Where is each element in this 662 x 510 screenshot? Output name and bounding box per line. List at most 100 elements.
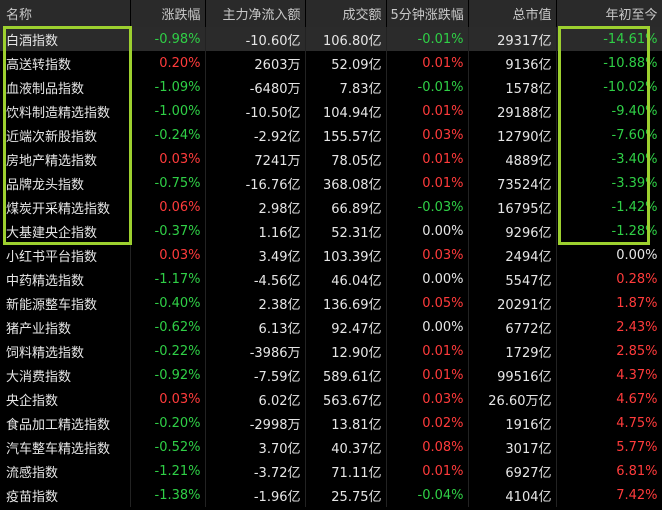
cell-5min-change: 0.01%	[386, 51, 469, 75]
index-table: 名称 涨跌幅 主力净流入额 成交额 5分钟涨跌幅 总市值 年初至今 白酒指数 -0…	[0, 0, 662, 507]
cell-turnover: 13.81亿	[305, 411, 387, 435]
cell-5min-change: -0.04%	[386, 483, 469, 507]
cell-5min-change: 0.01%	[386, 459, 469, 483]
cell-main-inflow: -1.96亿	[205, 483, 306, 507]
cell-ytd: 2.85%	[556, 339, 662, 363]
cell-name: 白酒指数	[0, 27, 131, 51]
cell-turnover: 106.80亿	[305, 27, 387, 51]
cell-ytd: -10.88%	[556, 51, 662, 75]
cell-change: 0.03%	[130, 147, 206, 171]
cell-5min-change: 0.01%	[386, 147, 469, 171]
cell-market-cap: 9136亿	[468, 51, 557, 75]
table-row[interactable]: 大消费指数 -0.92% -7.59亿 589.61亿 0.01% 99516亿 4.37%	[0, 363, 662, 387]
table-row[interactable]: 煤炭开采精选指数 0.06% 2.98亿 66.89亿 -0.03% 16795亿 -1.4…	[0, 195, 662, 219]
cell-main-inflow: -3.72亿	[205, 459, 306, 483]
cell-5min-change: 0.01%	[386, 363, 469, 387]
cell-market-cap: 6927亿	[468, 459, 557, 483]
cell-market-cap: 3017亿	[468, 435, 557, 459]
cell-main-inflow: -7.59亿	[205, 363, 306, 387]
cell-market-cap: 5547亿	[468, 267, 557, 291]
table-row[interactable]: 房地产精选指数 0.03% 7241万 78.05亿 0.01% 4889亿 -3.40%	[0, 147, 662, 171]
table-row[interactable]: 新能源整车指数 -0.40% 2.38亿 136.69亿 0.05% 20291亿 1.87…	[0, 291, 662, 315]
table-row[interactable]: 流感指数 -1.21% -3.72亿 71.11亿 0.01% 6927亿 6.81%	[0, 459, 662, 483]
col-header-main-inflow[interactable]: 主力净流入额	[205, 0, 306, 27]
table-row[interactable]: 猪产业指数 -0.62% 6.13亿 92.47亿 0.00% 6772亿 2.43%	[0, 315, 662, 339]
cell-turnover: 12.90亿	[305, 339, 387, 363]
cell-5min-change: -0.01%	[386, 27, 469, 51]
cell-ytd: 4.67%	[556, 387, 662, 411]
cell-ytd: -9.40%	[556, 99, 662, 123]
cell-main-inflow: -10.60亿	[205, 27, 306, 51]
cell-change: -0.75%	[130, 171, 206, 195]
col-header-change[interactable]: 涨跌幅	[130, 0, 206, 27]
cell-turnover: 104.94亿	[305, 99, 387, 123]
table-row[interactable]: 小红书平台指数 0.03% 3.49亿 103.39亿 0.03% 2494亿 0.00%	[0, 243, 662, 267]
cell-change: -1.09%	[130, 75, 206, 99]
cell-change: 0.03%	[130, 387, 206, 411]
cell-main-inflow: -16.76亿	[205, 171, 306, 195]
col-header-5min-change[interactable]: 5分钟涨跌幅	[386, 0, 469, 27]
cell-turnover: 136.69亿	[305, 291, 387, 315]
table-row[interactable]: 疫苗指数 -1.38% -1.96亿 25.75亿 -0.04% 4104亿 7.42%	[0, 483, 662, 507]
cell-ytd: 2.43%	[556, 315, 662, 339]
cell-turnover: 92.47亿	[305, 315, 387, 339]
cell-market-cap: 4889亿	[468, 147, 557, 171]
table-row[interactable]: 食品加工精选指数 -0.20% -2998万 13.81亿 0.02% 1916亿 4.75…	[0, 411, 662, 435]
col-header-name[interactable]: 名称	[0, 0, 131, 27]
cell-main-inflow: 3.70亿	[205, 435, 306, 459]
cell-turnover: 25.75亿	[305, 483, 387, 507]
cell-5min-change: 0.03%	[386, 243, 469, 267]
cell-5min-change: -0.01%	[386, 75, 469, 99]
cell-main-inflow: 2603万	[205, 51, 306, 75]
cell-ytd: 0.00%	[556, 243, 662, 267]
cell-5min-change: 0.01%	[386, 99, 469, 123]
cell-market-cap: 2494亿	[468, 243, 557, 267]
table-row[interactable]: 汽车整车精选指数 -0.52% 3.70亿 40.37亿 0.08% 3017亿 5.77%	[0, 435, 662, 459]
cell-5min-change: 0.00%	[386, 315, 469, 339]
cell-5min-change: 0.00%	[386, 267, 469, 291]
col-header-ytd[interactable]: 年初至今	[556, 0, 662, 27]
cell-name: 央企指数	[0, 387, 131, 411]
cell-name: 流感指数	[0, 459, 131, 483]
cell-change: -1.00%	[130, 99, 206, 123]
cell-change: -0.92%	[130, 363, 206, 387]
cell-name: 饮料制造精选指数	[0, 99, 131, 123]
cell-5min-change: 0.08%	[386, 435, 469, 459]
cell-change: -0.20%	[130, 411, 206, 435]
cell-main-inflow: 6.02亿	[205, 387, 306, 411]
table-row[interactable]: 央企指数 0.03% 6.02亿 563.67亿 0.03% 26.60万亿 4.67%	[0, 387, 662, 411]
table-row[interactable]: 血液制品指数 -1.09% -6480万 7.83亿 -0.01% 1578亿 -10.02…	[0, 75, 662, 99]
col-header-turnover[interactable]: 成交额	[305, 0, 387, 27]
cell-main-inflow: -6480万	[205, 75, 306, 99]
cell-change: 0.06%	[130, 195, 206, 219]
table-row[interactable]: 近端次新股指数 -0.24% -2.92亿 155.57亿 0.03% 12790亿 -7.…	[0, 123, 662, 147]
cell-change: -0.37%	[130, 219, 206, 243]
cell-change: -0.98%	[130, 27, 206, 51]
cell-market-cap: 12790亿	[468, 123, 557, 147]
cell-name: 猪产业指数	[0, 315, 131, 339]
cell-change: -0.22%	[130, 339, 206, 363]
cell-name: 近端次新股指数	[0, 123, 131, 147]
table-row[interactable]: 饲料精选指数 -0.22% -3986万 12.90亿 0.01% 1729亿 2.85%	[0, 339, 662, 363]
table-row[interactable]: 大基建央企指数 -0.37% 1.16亿 52.31亿 0.00% 9296亿 -1.28%	[0, 219, 662, 243]
cell-market-cap: 6772亿	[468, 315, 557, 339]
cell-market-cap: 1578亿	[468, 75, 557, 99]
table-row[interactable]: 白酒指数 -0.98% -10.60亿 106.80亿 -0.01% 29317亿 -14.…	[0, 27, 662, 51]
table-row[interactable]: 高送转指数 0.20% 2603万 52.09亿 0.01% 9136亿 -10.88%	[0, 51, 662, 75]
col-header-market-cap[interactable]: 总市值	[468, 0, 557, 27]
table-row[interactable]: 品牌龙头指数 -0.75% -16.76亿 368.08亿 0.01% 73524亿 -3.…	[0, 171, 662, 195]
cell-name: 煤炭开采精选指数	[0, 195, 131, 219]
cell-change: -1.21%	[130, 459, 206, 483]
table-row[interactable]: 饮料制造精选指数 -1.00% -10.50亿 104.94亿 0.01% 29188亿 -…	[0, 99, 662, 123]
cell-ytd: 0.28%	[556, 267, 662, 291]
cell-name: 饲料精选指数	[0, 339, 131, 363]
table-row[interactable]: 中药精选指数 -1.17% -4.56亿 46.04亿 0.00% 5547亿 0.28%	[0, 267, 662, 291]
cell-turnover: 368.08亿	[305, 171, 387, 195]
cell-main-inflow: -4.56亿	[205, 267, 306, 291]
cell-turnover: 155.57亿	[305, 123, 387, 147]
cell-ytd: 7.42%	[556, 483, 662, 507]
cell-ytd: 5.77%	[556, 435, 662, 459]
cell-ytd: 4.75%	[556, 411, 662, 435]
cell-ytd: 1.87%	[556, 291, 662, 315]
cell-ytd: 6.81%	[556, 459, 662, 483]
